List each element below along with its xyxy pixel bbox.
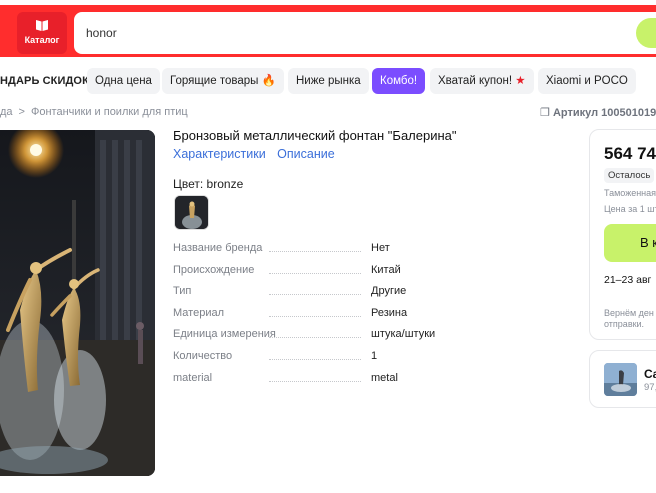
spec-leader — [269, 337, 361, 338]
unit-price: Цена за 1 шт — [604, 204, 656, 214]
promo-discount-calendar[interactable]: НДАРЬ СКИДОК — [0, 68, 97, 94]
tab-characteristics[interactable]: Характеристики — [173, 147, 266, 161]
spec-name: material — [173, 372, 213, 384]
spec-name: Количество — [173, 350, 233, 362]
catalog-label: Каталог — [24, 35, 60, 45]
return-note: Вернём ден отправки. — [604, 308, 654, 330]
promo-below-market[interactable]: Ниже рынка — [288, 68, 369, 94]
catalog-button[interactable]: Каталог — [17, 12, 67, 54]
spec-value: Другие — [371, 285, 407, 297]
spec-leader — [269, 251, 361, 252]
star-icon: ★ — [515, 75, 526, 87]
spec-value: 1 — [371, 350, 378, 362]
breadcrumb-item[interactable]: Фонтанчики и поилки для птиц — [31, 106, 188, 118]
search-input[interactable] — [74, 12, 656, 54]
breadcrumb-item[interactable]: да — [0, 106, 13, 118]
spec-leader — [269, 316, 361, 317]
spec-value: Нет — [371, 242, 390, 254]
spec-row: Происхождение Китай — [173, 264, 473, 280]
spec-value: metal — [371, 372, 398, 384]
color-swatch-bronze[interactable] — [174, 195, 209, 230]
promo-coupon-label: Хватай купон! — [438, 75, 513, 87]
spec-leader — [269, 381, 361, 382]
seller-name: Ca — [644, 367, 656, 381]
product-title: Бронзовый металлический фонтан "Балерина… — [173, 128, 457, 143]
spec-value: Резина — [371, 307, 408, 319]
seller-card[interactable]: Ca 97, — [589, 350, 656, 408]
promo-xiaomi[interactable]: Xiaomi и POCO — [538, 68, 636, 94]
customs-note: Таможенная — [604, 188, 656, 198]
promo-combo[interactable]: Комбо! — [372, 68, 426, 94]
return-note-line: Вернём ден — [604, 308, 654, 318]
spec-value: Китай — [371, 264, 401, 276]
seller-avatar-image — [604, 363, 637, 396]
promo-one-price[interactable]: Одна цена — [87, 68, 160, 94]
promo-hot-deals[interactable]: Горящие товары 🔥 — [162, 68, 284, 94]
swatch-thumbnail — [175, 196, 208, 229]
spec-row: material metal — [173, 372, 473, 388]
spec-name: Материал — [173, 307, 224, 319]
spec-name: Единица измерения — [173, 328, 276, 340]
site-header: Каталог — [0, 0, 656, 62]
delivery-date: 21–23 авг — [604, 274, 652, 286]
spec-row: Единица измерения штука/штуки — [173, 328, 473, 344]
fountain-photo — [0, 130, 155, 476]
book-icon — [36, 20, 48, 31]
spec-row: Тип Другие — [173, 285, 473, 301]
spec-leader — [269, 359, 361, 360]
buy-card: 564 74 Осталось Таможенная Цена за 1 шт … — [589, 129, 656, 340]
add-to-cart-button[interactable]: В к — [604, 224, 656, 262]
spec-leader — [269, 294, 361, 295]
spec-name: Происхождение — [173, 264, 255, 276]
product-tabs: Характеристики Описание — [173, 147, 343, 161]
product-page: Каталог НДАРЬ СКИДОК Одна цена Горящие т… — [0, 0, 656, 493]
color-label: Цвет: bronze — [173, 177, 244, 191]
promo-coupon[interactable]: Хватай купон! ★ — [430, 68, 534, 94]
spec-value: штука/штуки — [371, 328, 436, 340]
spec-row: Количество 1 — [173, 350, 473, 366]
article-text: Артикул 100501019 — [552, 107, 656, 119]
breadcrumb-separator: > — [18, 106, 25, 118]
spec-row: Название бренда Нет — [173, 242, 473, 258]
stock-badge: Осталось — [604, 168, 655, 183]
product-image[interactable] — [0, 130, 155, 476]
spec-leader — [269, 273, 361, 274]
seller-avatar — [604, 363, 637, 396]
search-box — [74, 12, 656, 54]
return-note-line: отправки. — [604, 319, 645, 329]
spec-name: Название бренда — [173, 242, 263, 254]
tab-description[interactable]: Описание — [277, 147, 335, 161]
article-number: ❐ Артикул 100501019 — [540, 106, 656, 119]
spec-name: Тип — [173, 285, 192, 297]
seller-rating: 97, — [644, 382, 656, 393]
promo-nav: НДАРЬ СКИДОК Одна цена Горящие товары 🔥 … — [0, 68, 656, 94]
spec-row: Материал Резина — [173, 307, 473, 323]
price: 564 74 — [604, 144, 656, 163]
copy-icon[interactable]: ❐ — [540, 107, 550, 119]
